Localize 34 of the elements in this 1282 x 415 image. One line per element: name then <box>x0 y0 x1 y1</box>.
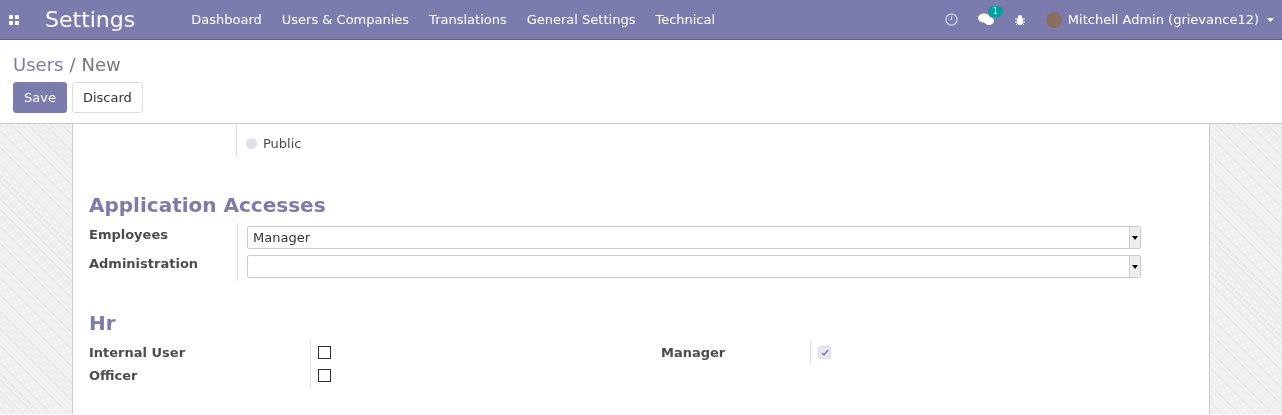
dropdown-caret-icon[interactable] <box>1129 256 1140 277</box>
menu-link[interactable]: Translations <box>419 12 517 27</box>
chat-icon[interactable] <box>977 13 994 26</box>
apps-grid-icon[interactable] <box>8 13 20 26</box>
app-title: Settings <box>45 7 136 32</box>
message-count-badge: 1 <box>987 6 1003 17</box>
select-field[interactable]: Manager <box>247 226 1141 249</box>
field-label: Administration <box>89 255 200 273</box>
user-menu[interactable]: Mitchell Admin (grievance12) <box>1067 12 1259 27</box>
menu-link[interactable]: Technical <box>645 12 726 27</box>
radio-label: Public <box>263 136 302 151</box>
field-label: Officer <box>89 367 139 385</box>
field-label: Employees <box>89 226 169 244</box>
section-heading: Hr <box>89 311 117 335</box>
select-field[interactable] <box>247 255 1141 278</box>
menu-link[interactable]: Dashboard <box>181 12 272 27</box>
field-label: Manager <box>661 344 727 362</box>
menu-link[interactable]: Users & Companies <box>271 12 420 27</box>
dropdown-caret-icon[interactable] <box>1129 227 1140 248</box>
menu-link[interactable]: General Settings <box>516 12 646 27</box>
checkbox[interactable] <box>318 369 331 382</box>
breadcrumb-current: New <box>81 54 121 75</box>
discard-button[interactable]: Discard <box>71 82 143 113</box>
section-heading: Application Accesses <box>89 193 327 217</box>
clock-icon[interactable] <box>944 13 958 26</box>
breadcrumb-separator: / <box>69 54 76 75</box>
checkbox[interactable] <box>318 346 331 359</box>
radio-option[interactable]: Public <box>237 124 1193 151</box>
caret-icon[interactable] <box>1267 17 1274 22</box>
bug-icon[interactable] <box>1013 13 1026 26</box>
save-button[interactable]: Save <box>13 82 67 113</box>
breadcrumb-link[interactable]: Users <box>13 54 64 75</box>
field-label: Internal User <box>89 344 187 362</box>
radio-dot[interactable] <box>246 138 257 149</box>
